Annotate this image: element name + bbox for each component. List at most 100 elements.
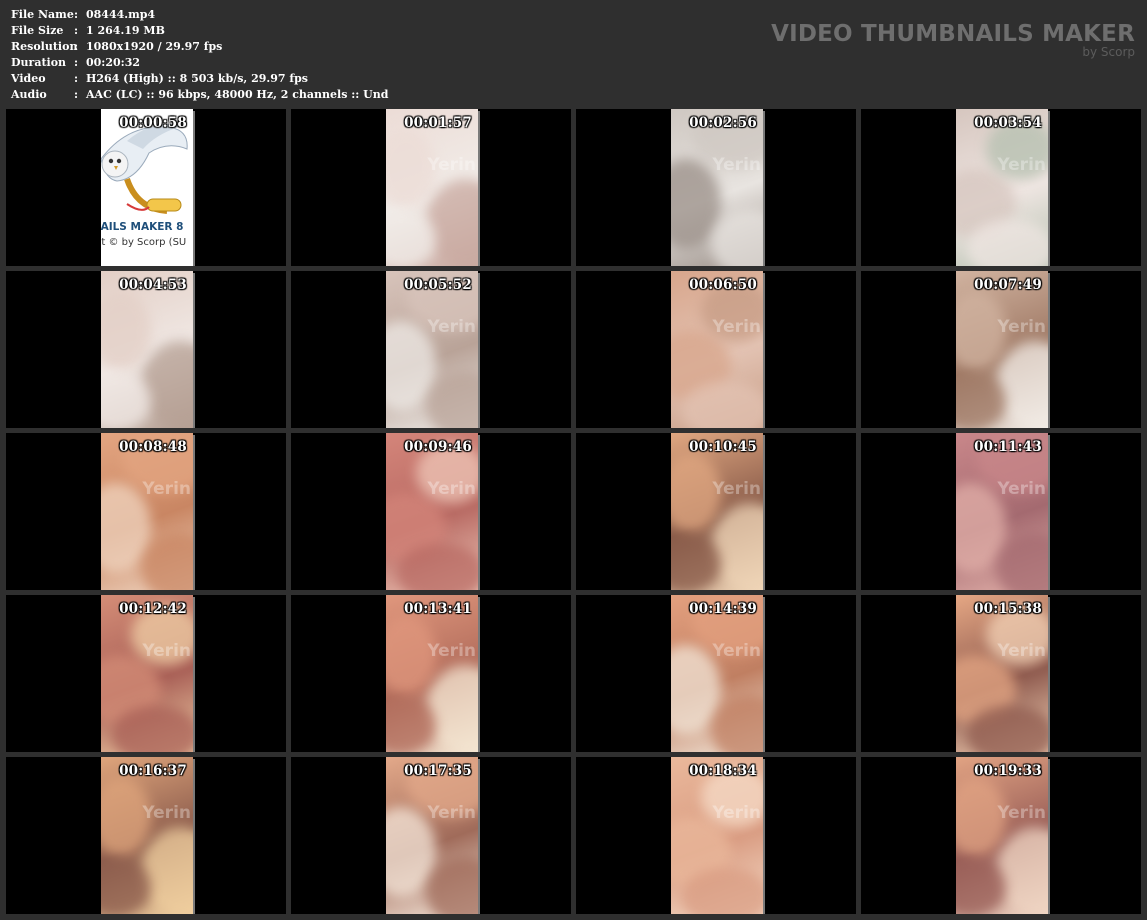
- watermark-text: Yerin: [427, 641, 476, 661]
- thumbnail-cell[interactable]: Yerin 00:02:56: [576, 109, 856, 266]
- thumbnail-cell[interactable]: 00:04:53: [6, 271, 286, 428]
- thumbnail-cell[interactable]: Yerin 00:11:43: [861, 433, 1141, 590]
- thumbnail-timestamp: 00:17:35: [404, 763, 472, 779]
- thumbnail-timestamp: 00:00:58: [119, 115, 187, 131]
- brand-title: VIDEO THUMBNAILS MAKER: [771, 21, 1135, 47]
- logo-text: HBNAILS MAKER 8: [101, 221, 184, 233]
- thumbnail-frame: Yerin: [671, 433, 763, 590]
- thumbnail-cell[interactable]: Yerin 00:08:48: [6, 433, 286, 590]
- thumbnail-timestamp: 00:13:41: [404, 601, 472, 617]
- meta-row: File Size:1 264.19 MB: [11, 23, 388, 39]
- thumbnail-cell[interactable]: Yerin 00:09:46: [291, 433, 571, 590]
- meta-row: Audio: AAC (LC) :: 96 kbps, 48000 Hz, 2 c…: [11, 87, 388, 103]
- watermark-text: Yerin: [142, 641, 191, 661]
- thumbnail-frame: Yerin: [386, 271, 478, 428]
- thumbnail-cell[interactable]: Yerin 00:06:50: [576, 271, 856, 428]
- meta-separator: :: [74, 56, 79, 69]
- watermark-text: Yerin: [427, 317, 476, 337]
- thumbnail-frame: Yerin: [386, 595, 478, 752]
- thumbnail-cell[interactable]: Yerin 00:03:54: [861, 109, 1141, 266]
- watermark-text: Yerin: [712, 155, 761, 175]
- image-region: [996, 341, 1048, 428]
- thumbnail-frame: Yerin: [956, 109, 1048, 266]
- thumbnail-timestamp: 00:01:57: [404, 115, 472, 131]
- meta-label: Video: [11, 72, 46, 85]
- watermark-text: Yerin: [997, 317, 1046, 337]
- watermark-text: Yerin: [997, 155, 1046, 175]
- image-region: [426, 665, 478, 752]
- watermark-text: Yerin: [142, 479, 191, 499]
- watermark-text: Yerin: [142, 803, 191, 823]
- thumbnail-timestamp: 00:02:56: [689, 115, 757, 131]
- watermark-text: Yerin: [712, 479, 761, 499]
- meta-label: Duration: [11, 56, 67, 69]
- meta-label: File Name: [11, 8, 74, 21]
- watermark-text: Yerin: [997, 641, 1046, 661]
- image-region: [141, 827, 193, 914]
- thumbnail-cell[interactable]: Yerin 00:05:52: [291, 271, 571, 428]
- thumbnail-cell[interactable]: Yerin 00:15:38: [861, 595, 1141, 752]
- thumbnail-timestamp: 00:03:54: [974, 115, 1042, 131]
- thumbnail-frame: Yerin: [956, 433, 1048, 590]
- thumbnail-timestamp: 00:06:50: [689, 277, 757, 293]
- thumbnail-cell[interactable]: Yerin 00:16:37: [6, 757, 286, 914]
- thumbnail-cell[interactable]: HBNAILS MAKER 8 nt © by Scorp (SU 00:00:58: [6, 109, 286, 266]
- thumbnail-frame: Yerin: [101, 433, 193, 590]
- info-header: File Name:08444.mp4 File Size:1 264.19 MB…: [0, 0, 1147, 106]
- meta-value: H264 (High) :: 8 503 kb/s, 29.97 fps: [86, 72, 308, 85]
- thumbnail-cell[interactable]: Yerin 00:10:45: [576, 433, 856, 590]
- watermark-text: Yerin: [427, 479, 476, 499]
- thumbnail-frame: Yerin: [101, 595, 193, 752]
- thumbnail-timestamp: 00:08:48: [119, 439, 187, 455]
- thumbnail-cell[interactable]: Yerin 00:17:35: [291, 757, 571, 914]
- thumbnail-cell[interactable]: Yerin 00:01:57: [291, 109, 571, 266]
- meta-row: Video: H264 (High) :: 8 503 kb/s, 29.97 f…: [11, 71, 388, 87]
- thumbnail-cell[interactable]: Yerin 00:07:49: [861, 271, 1141, 428]
- watermark-text: Yerin: [712, 641, 761, 661]
- meta-row: File Name:08444.mp4: [11, 7, 388, 23]
- thumbnail-timestamp: 00:12:42: [119, 601, 187, 617]
- thumbnail-cell[interactable]: Yerin 00:12:42: [6, 595, 286, 752]
- meta-value: AAC (LC) :: 96 kbps, 48000 Hz, 2 channel…: [86, 88, 389, 101]
- meta-value: 1080x1920 / 29.97 fps: [86, 40, 223, 53]
- meta-separator: :: [74, 40, 79, 53]
- thumbnail-timestamp: 00:04:53: [119, 277, 187, 293]
- meta-value: 08444.mp4: [86, 8, 156, 21]
- meta-label: Resolution: [11, 40, 78, 53]
- thumbnail-grid: HBNAILS MAKER 8 nt © by Scorp (SU 00:00:58…: [6, 109, 1141, 914]
- thumbnail-timestamp: 00:18:34: [689, 763, 757, 779]
- thumbnail-frame: Yerin: [386, 757, 478, 914]
- thumbnail-timestamp: 00:05:52: [404, 277, 472, 293]
- meta-separator: :: [74, 8, 79, 21]
- thumbnail-frame: [101, 271, 193, 428]
- thumbnail-timestamp: 00:14:39: [689, 601, 757, 617]
- thumbnail-timestamp: 00:19:33: [974, 763, 1042, 779]
- meta-label: Audio: [11, 88, 47, 101]
- image-region: [141, 341, 193, 428]
- thumbnail-cell[interactable]: Yerin 00:19:33: [861, 757, 1141, 914]
- thumbnail-timestamp: 00:16:37: [119, 763, 187, 779]
- logo-copyright: nt © by Scorp (SU: [101, 237, 187, 248]
- thumbnail-frame: Yerin: [101, 757, 193, 914]
- thumbnail-cell[interactable]: Yerin 00:13:41: [291, 595, 571, 752]
- thumbnail-frame: Yerin: [386, 109, 478, 266]
- thumbnail-frame: Yerin: [671, 271, 763, 428]
- watermark-text: Yerin: [997, 803, 1046, 823]
- thumbnail-frame: Yerin: [956, 595, 1048, 752]
- thumbnail-cell[interactable]: Yerin 00:18:34: [576, 757, 856, 914]
- file-metadata: File Name:08444.mp4 File Size:1 264.19 MB…: [11, 7, 388, 103]
- meta-separator: :: [74, 24, 79, 37]
- watermark-text: Yerin: [427, 803, 476, 823]
- thumbnail-timestamp: 00:09:46: [404, 439, 472, 455]
- watermark-text: Yerin: [997, 479, 1046, 499]
- thumbnail-timestamp: 00:10:45: [689, 439, 757, 455]
- image-region: [711, 503, 763, 590]
- watermark-text: Yerin: [712, 317, 761, 337]
- thumbnail-cell[interactable]: Yerin 00:14:39: [576, 595, 856, 752]
- thumbnail-frame: HBNAILS MAKER 8 nt © by Scorp (SU: [101, 109, 193, 266]
- thumbnail-frame: Yerin: [956, 757, 1048, 914]
- image-region: [426, 179, 478, 266]
- meta-row: Resolution:1080x1920 / 29.97 fps: [11, 39, 388, 55]
- meta-separator: :: [74, 88, 79, 101]
- watermark-text: Yerin: [427, 155, 476, 175]
